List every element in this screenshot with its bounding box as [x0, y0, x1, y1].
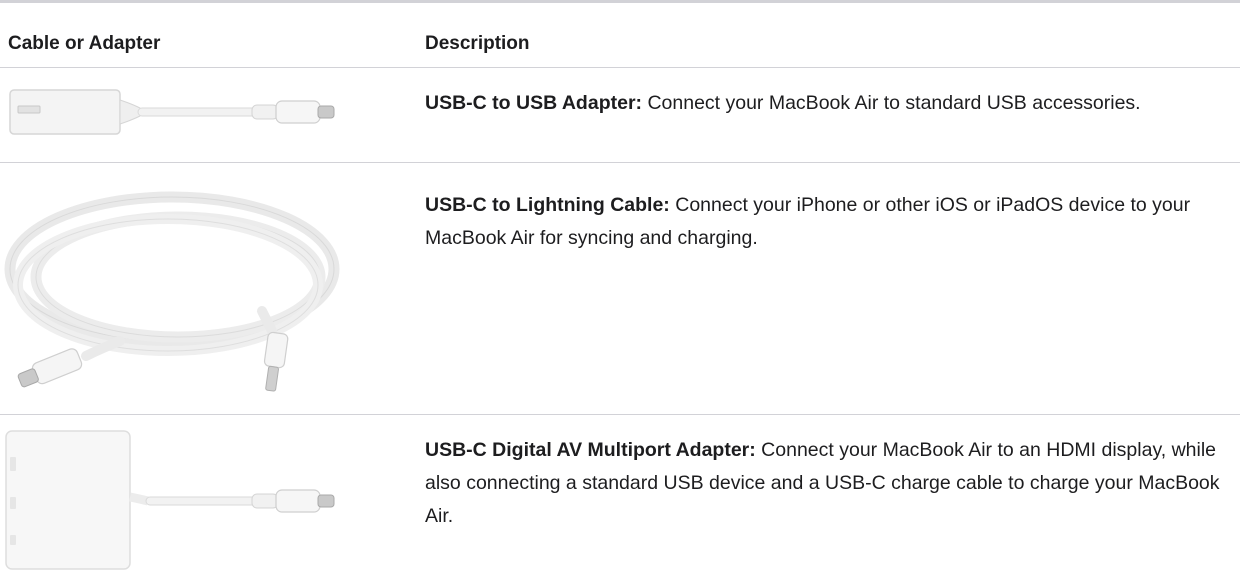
row-description: USB-C to Lightning Cable: Connect your i…	[425, 189, 1235, 255]
item-name: USB-C to Lightning Cable:	[425, 194, 670, 216]
column-header-cable-or-adapter: Cable or Adapter	[8, 33, 161, 54]
row-description: USB-C Digital AV Multiport Adapter: Conn…	[425, 434, 1235, 533]
item-name: USB-C to USB Adapter:	[425, 92, 643, 114]
column-header-description: Description	[425, 33, 530, 54]
table-header-row: Cable or Adapter Description	[0, 13, 1240, 68]
table-row: USB-C Digital AV Multiport Adapter: Conn…	[0, 415, 1240, 578]
accessories-table: Cable or Adapter Description USB-C to US…	[0, 0, 1240, 575]
usb-c-to-usb-adapter-image	[9, 89, 335, 135]
usb-c-digital-av-multiport-adapter-image	[5, 430, 335, 570]
usb-c-to-lightning-cable-image	[4, 191, 340, 392]
table-row: USB-C to Lightning Cable: Connect your i…	[0, 163, 1240, 415]
table-row: USB-C to USB Adapter: Connect your MacBo…	[0, 68, 1240, 163]
item-name: USB-C Digital AV Multiport Adapter:	[425, 439, 756, 461]
row-description: USB-C to USB Adapter: Connect your MacBo…	[425, 87, 1235, 120]
item-text: Connect your MacBook Air to standard USB…	[642, 92, 1141, 114]
